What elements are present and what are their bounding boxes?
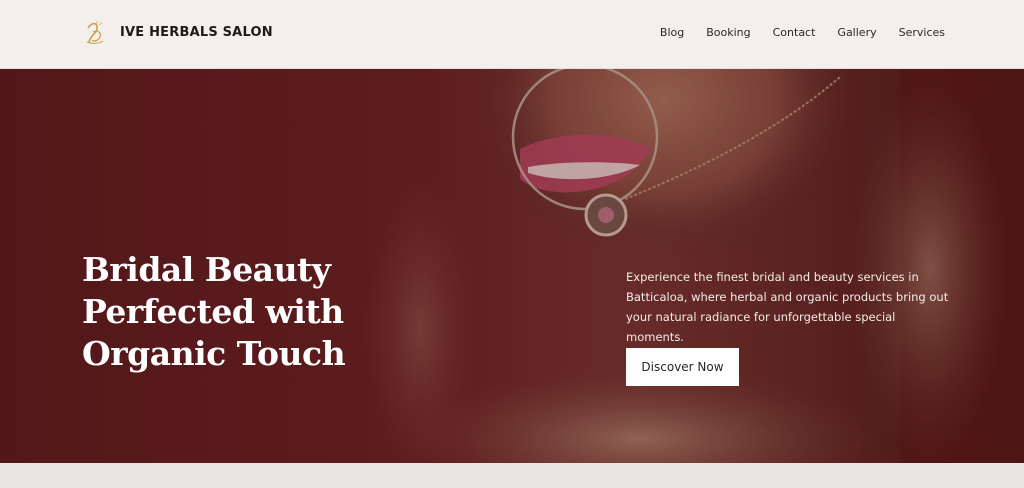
brand-name: IVE HERBALS SALON	[120, 25, 273, 40]
site-header: IVE HERBALS SALON Blog Booking Contact G…	[0, 0, 1024, 69]
next-section-strip	[0, 463, 1024, 488]
discover-now-button[interactable]: Discover Now	[626, 348, 739, 386]
nav-blog[interactable]: Blog	[660, 24, 684, 42]
brand-link[interactable]: IVE HERBALS SALON	[84, 20, 273, 46]
nav-gallery[interactable]: Gallery	[837, 24, 876, 42]
hero-description: Experience the finest bridal and beauty …	[626, 270, 949, 344]
monogram-logo-icon	[86, 20, 104, 44]
hero-title: Bridal Beauty Perfected with Organic Tou…	[82, 250, 346, 373]
nav-booking[interactable]: Booking	[706, 24, 750, 42]
main-nav: Blog Booking Contact Gallery Services	[660, 24, 945, 42]
hero-section: Bridal Beauty Perfected with Organic Tou…	[0, 69, 1024, 463]
nav-contact[interactable]: Contact	[773, 24, 816, 42]
nav-services[interactable]: Services	[899, 24, 945, 42]
